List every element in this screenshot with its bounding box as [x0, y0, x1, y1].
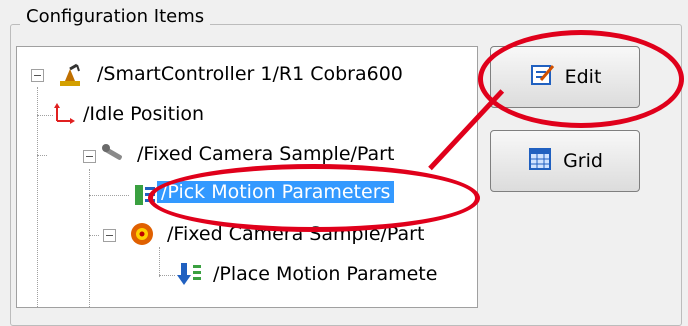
configuration-tree[interactable]: /SmartController 1/R1 Cobra600 /Idle Pos… — [16, 46, 478, 308]
edit-button[interactable]: Edit — [490, 46, 640, 108]
motion-params-icon — [133, 183, 157, 211]
tree-item-fixed-camera-2[interactable]: /Fixed Camera Sample/Part — [167, 223, 424, 245]
tree-item-fixed-camera-1[interactable]: /Fixed Camera Sample/Part — [137, 143, 394, 165]
tree-line — [159, 247, 160, 277]
collapse-toggle[interactable] — [31, 69, 44, 82]
axis-icon — [51, 103, 75, 131]
grid-icon — [527, 146, 553, 177]
grid-button-label: Grid — [563, 150, 603, 172]
tree-line — [37, 87, 38, 307]
tree-line — [89, 195, 129, 196]
tree-item-pick-motion-parameters[interactable]: /Pick Motion Parameters — [157, 181, 395, 203]
tree-line — [159, 275, 175, 276]
tree-item-robot[interactable]: /SmartController 1/R1 Cobra600 — [97, 63, 403, 85]
tree-line — [89, 235, 99, 236]
wrench-icon — [101, 141, 127, 169]
tree-item-idle-position[interactable]: /Idle Position — [83, 103, 204, 125]
tree-line — [89, 169, 90, 307]
tree-item-place-motion-parameters[interactable]: /Place Motion Paramete — [213, 263, 437, 285]
collapse-toggle[interactable] — [103, 229, 116, 242]
group-title: Configuration Items — [20, 6, 211, 27]
robot-arm-icon — [57, 63, 83, 91]
place-motion-icon — [177, 261, 203, 291]
edit-icon — [529, 62, 555, 93]
tree-line — [37, 155, 47, 156]
collapse-toggle[interactable] — [83, 150, 96, 163]
edit-button-label: Edit — [564, 66, 602, 88]
target-icon — [129, 221, 155, 251]
grid-button[interactable]: Grid — [490, 130, 640, 192]
